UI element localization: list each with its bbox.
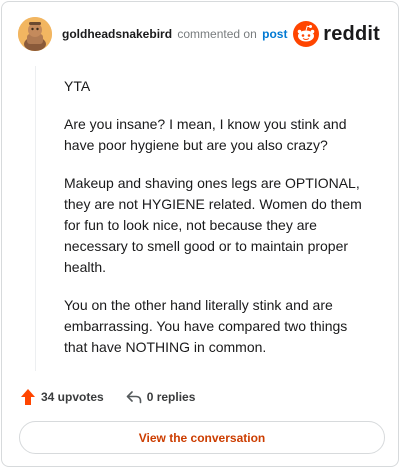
post-link[interactable]: post bbox=[262, 27, 287, 41]
upvote-count: 34 upvotes bbox=[41, 390, 104, 404]
comment-header: goldheadsnakebird commented on post redd… bbox=[18, 16, 382, 52]
comment-paragraph: You on the other hand literally stink an… bbox=[64, 297, 348, 355]
reddit-brand[interactable]: reddit bbox=[293, 21, 380, 47]
reddit-logo-icon bbox=[293, 21, 320, 47]
reply-button[interactable]: 0 replies bbox=[126, 390, 196, 404]
reply-arrow-icon bbox=[126, 391, 142, 404]
upvote-button[interactable]: 34 upvotes bbox=[20, 388, 104, 406]
view-conversation-button[interactable]: View the conversation bbox=[19, 421, 385, 454]
comment-embed-card: goldheadsnakebird commented on post redd… bbox=[1, 1, 399, 467]
comment-body: YTA Are you insane? I mean, I know you s… bbox=[64, 76, 364, 375]
comment-actions: 34 upvotes 0 replies bbox=[20, 388, 195, 406]
comment-paragraph: Are you insane? I mean, I know you stink… bbox=[64, 116, 347, 153]
comment-paragraph: Makeup and shaving ones legs are OPTIONA… bbox=[64, 175, 362, 275]
comment-meta: goldheadsnakebird commented on post bbox=[62, 27, 287, 41]
reply-count: 0 replies bbox=[146, 390, 196, 404]
brand-wordmark: reddit bbox=[323, 22, 380, 45]
comment-paragraph: YTA bbox=[64, 78, 91, 94]
upvote-arrow-icon bbox=[21, 389, 35, 405]
commented-on-text: commented on bbox=[177, 27, 257, 41]
username-link[interactable]: goldheadsnakebird bbox=[62, 27, 172, 41]
thread-line[interactable] bbox=[35, 66, 36, 371]
user-avatar-icon[interactable] bbox=[18, 17, 52, 51]
